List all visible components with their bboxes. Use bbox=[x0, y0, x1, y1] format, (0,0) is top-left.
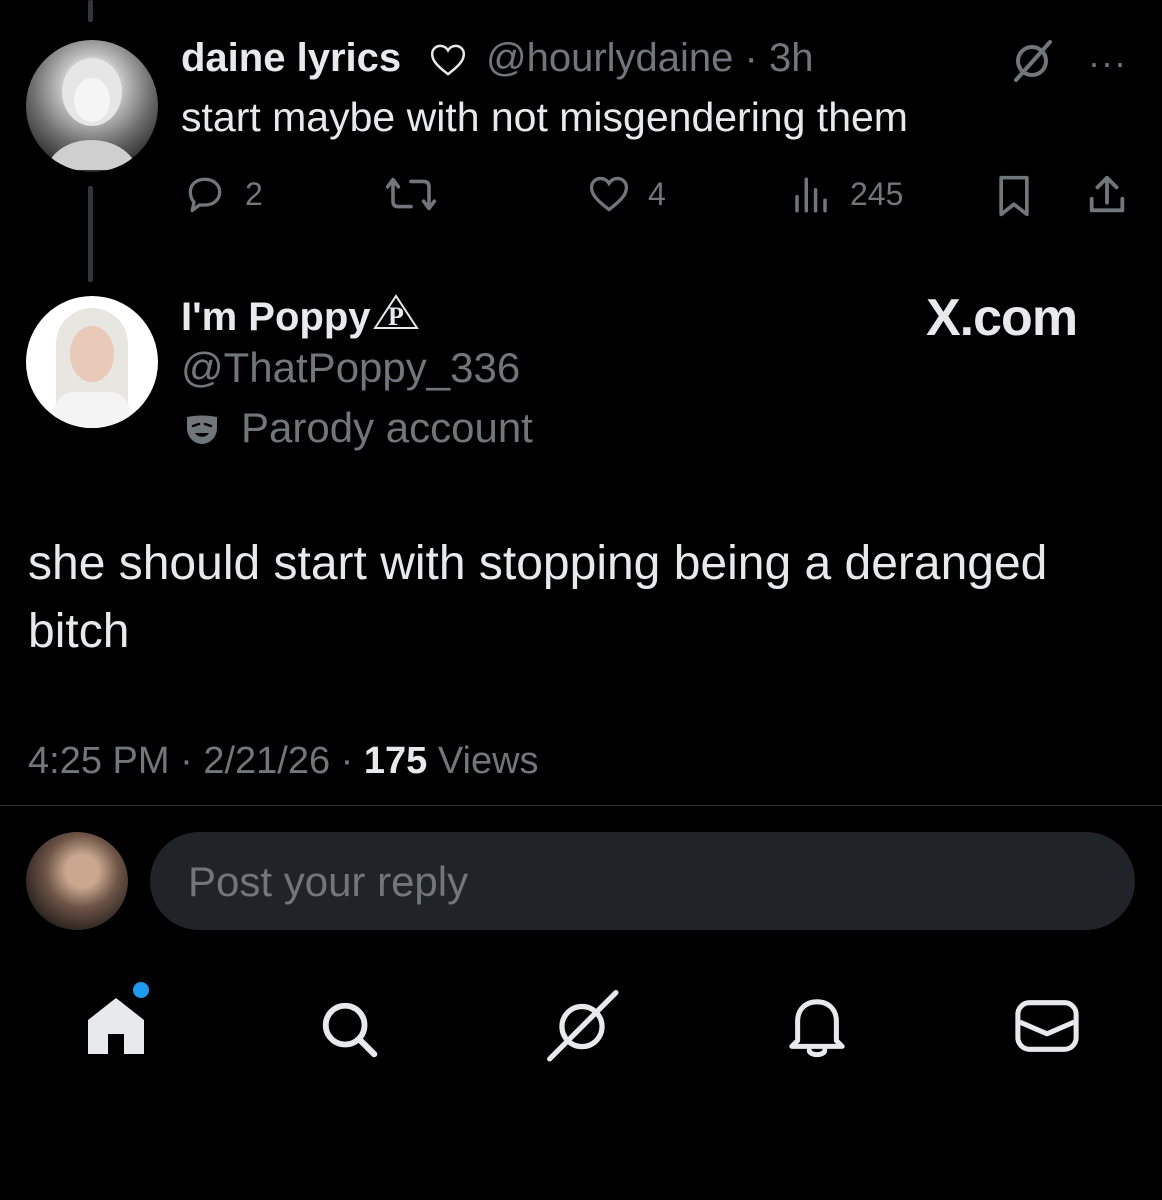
grok-icon[interactable] bbox=[1008, 36, 1056, 84]
dot-separator: · bbox=[169, 740, 204, 782]
author-handle-time-daine: @hourlydaine · 3h bbox=[486, 36, 813, 81]
author-name-text: I'm Poppy bbox=[181, 295, 371, 339]
avatar-current-user[interactable] bbox=[26, 832, 128, 930]
view-count: 245 bbox=[850, 176, 904, 212]
divider bbox=[0, 805, 1162, 806]
messages-icon[interactable] bbox=[1014, 996, 1080, 1056]
avatar-face bbox=[70, 326, 114, 382]
author-handle-daine[interactable]: @hourlydaine bbox=[486, 36, 733, 80]
notification-dot bbox=[133, 982, 149, 998]
avatar-daine[interactable] bbox=[26, 40, 158, 172]
grok-icon[interactable] bbox=[544, 988, 620, 1062]
views-label: Views bbox=[437, 740, 539, 782]
x-com-watermark: X.com bbox=[926, 289, 1078, 347]
svg-text:P: P bbox=[388, 302, 404, 331]
post-text-daine: start maybe with not misgendering them bbox=[181, 94, 908, 140]
post-date[interactable]: 2/21/26 bbox=[203, 740, 330, 782]
search-icon[interactable] bbox=[318, 998, 380, 1060]
reply-composer[interactable] bbox=[150, 832, 1135, 932]
share-icon[interactable] bbox=[1084, 172, 1130, 218]
thread-line-top bbox=[88, 0, 93, 22]
like-icon[interactable] bbox=[586, 172, 632, 216]
reply-input[interactable] bbox=[186, 832, 1090, 932]
author-name-daine[interactable]: daine lyrics bbox=[181, 36, 401, 81]
avatar-poppy[interactable] bbox=[26, 296, 158, 428]
more-icon[interactable]: ··· bbox=[1088, 42, 1127, 84]
post-meta: 4:25 PM · 2/21/26 · 175 Views bbox=[28, 740, 539, 783]
author-name-poppy[interactable]: I'm Poppy P bbox=[181, 292, 421, 340]
reply-icon[interactable] bbox=[183, 172, 227, 216]
parody-account-label: Parody account bbox=[241, 404, 533, 451]
retweet-icon[interactable] bbox=[384, 172, 438, 216]
triangle-symbol-icon: P bbox=[372, 294, 419, 331]
post-time[interactable]: 3h bbox=[769, 36, 814, 80]
dot-separator: · bbox=[733, 36, 769, 80]
notifications-icon[interactable] bbox=[786, 994, 848, 1060]
author-handle-poppy[interactable]: @ThatPoppy_336 bbox=[181, 344, 520, 392]
home-icon[interactable] bbox=[84, 992, 148, 1056]
parody-mask-icon bbox=[187, 415, 217, 444]
avatar-collar bbox=[54, 392, 130, 428]
post-time-main[interactable]: 4:25 PM bbox=[28, 740, 170, 782]
bookmark-icon[interactable] bbox=[994, 174, 1034, 218]
like-count: 4 bbox=[648, 176, 666, 212]
views-icon[interactable] bbox=[790, 174, 832, 216]
heart-outline-icon bbox=[430, 44, 466, 76]
thread-line-bottom bbox=[88, 186, 93, 282]
views-count: 175 bbox=[363, 740, 428, 782]
post-text-poppy: she should start with stopping being a d… bbox=[28, 537, 1048, 658]
reply-count: 2 bbox=[245, 176, 263, 212]
dot-separator: · bbox=[330, 740, 364, 782]
